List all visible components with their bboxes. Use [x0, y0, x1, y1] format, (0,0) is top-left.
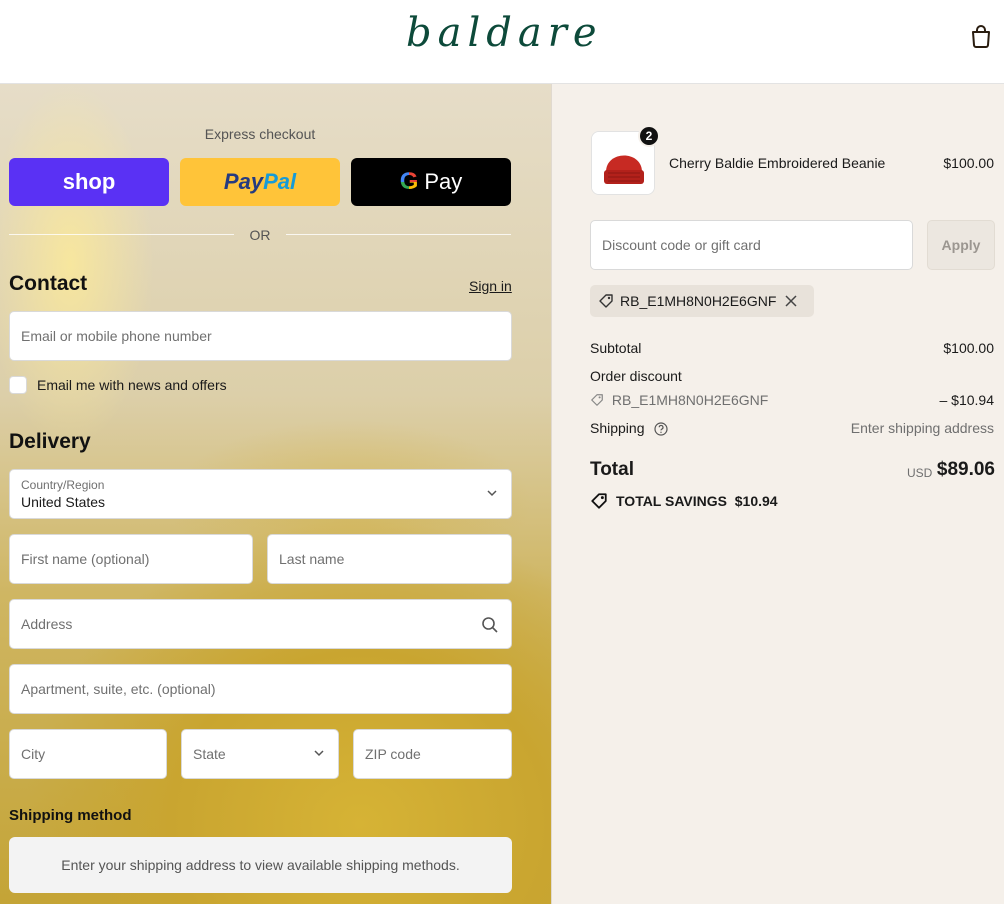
total-label: Total [590, 459, 634, 480]
item-price: $100.00 [943, 155, 994, 171]
subtotal-row: Subtotal $100.00 [590, 340, 994, 356]
google-pay-label: Pay [424, 169, 463, 194]
newsletter-label: Email me with news and offers [37, 377, 227, 393]
newsletter-checkbox[interactable] [9, 376, 27, 394]
shipping-value: Enter shipping address [850, 420, 994, 436]
subtotal-label: Subtotal [590, 340, 642, 356]
total-savings: TOTAL SAVINGS $10.94 [590, 492, 778, 510]
tag-icon [591, 394, 603, 406]
discount-code-row: RB_E1MH8N0H2E6GNF – $10.94 [590, 392, 994, 408]
shipping-method-title: Shipping method [9, 807, 132, 824]
shipping-label: Shipping [590, 420, 645, 436]
subtotal-value: $100.00 [943, 340, 994, 356]
zip-field[interactable]: ZIP code [353, 729, 512, 779]
first-name-field[interactable]: First name (optional) [9, 534, 253, 584]
country-select[interactable]: Country/Region United States [9, 469, 512, 519]
order-discount-label: Order discount [590, 368, 682, 384]
email-field[interactable]: Email or mobile phone number [9, 311, 512, 361]
or-text: OR [249, 227, 271, 243]
help-icon[interactable] [654, 422, 668, 436]
shipping-method-note: Enter your shipping address to view avai… [9, 837, 512, 893]
delivery-title: Delivery [9, 430, 91, 453]
state-placeholder: State [193, 746, 226, 762]
or-divider: OR [9, 226, 511, 244]
total-value: $89.06 [936, 459, 995, 480]
shipping-note-text: Enter your shipping address to view avai… [61, 857, 460, 873]
sign-in-link[interactable]: Sign in [469, 278, 512, 294]
address-field[interactable]: Address [9, 599, 512, 649]
first-name-placeholder: First name (optional) [21, 551, 150, 567]
city-placeholder: City [21, 746, 46, 762]
newsletter-option: Email me with news and offers [9, 376, 227, 394]
state-select[interactable]: State [181, 729, 339, 779]
store-logo[interactable]: baldare [406, 10, 603, 56]
discount-placeholder: Discount code or gift card [602, 237, 761, 253]
google-g-icon: G [399, 168, 419, 195]
apartment-placeholder: Apartment, suite, etc. (optional) [21, 681, 216, 697]
total-currency: USD [907, 466, 933, 480]
contact-title: Contact [9, 272, 88, 295]
savings-tag-icon [591, 493, 607, 509]
last-name-field[interactable]: Last name [267, 534, 512, 584]
country-label: Country/Region [21, 478, 105, 492]
discount-code-text: RB_E1MH8N0H2E6GNF [611, 392, 769, 408]
remove-code-icon[interactable] [784, 294, 798, 308]
header: baldare [0, 0, 1004, 84]
chevron-down-icon [314, 750, 324, 757]
paypal-label-part1: Pay [223, 169, 264, 194]
search-icon [482, 617, 498, 633]
chevron-down-icon [487, 490, 497, 497]
checkout-form: Express checkout shop Pay Pal G Pay OR Co… [0, 84, 551, 904]
shop-pay-label: shop [62, 169, 116, 194]
address-placeholder: Address [21, 616, 73, 632]
express-checkout-title: Express checkout [204, 126, 316, 142]
shipping-row: Shipping Enter shipping address [590, 420, 994, 436]
shop-pay-button[interactable]: shop [9, 158, 169, 206]
order-summary: 2 Cherry Baldie Embroidered Beanie $100.… [551, 84, 1004, 904]
paypal-label-part2: Pal [263, 169, 297, 194]
last-name-placeholder: Last name [279, 551, 345, 567]
shopping-bag-icon[interactable] [970, 24, 992, 48]
paypal-button[interactable]: Pay Pal [180, 158, 340, 206]
savings-label: TOTAL SAVINGS [616, 493, 727, 509]
tag-icon [599, 294, 613, 308]
zip-placeholder: ZIP code [365, 746, 421, 762]
item-name: Cherry Baldie Embroidered Beanie [669, 155, 886, 171]
order-discount-row: Order discount [590, 368, 994, 384]
discount-value: – $10.94 [939, 392, 995, 408]
applied-discount-chip: RB_E1MH8N0H2E6GNF [590, 285, 815, 317]
google-pay-button[interactable]: G Pay [351, 158, 511, 206]
country-value: United States [21, 494, 106, 510]
quantity-badge: 2 [638, 125, 660, 147]
email-placeholder: Email or mobile phone number [21, 328, 212, 344]
city-field[interactable]: City [9, 729, 167, 779]
savings-value: $10.94 [734, 493, 778, 509]
apartment-field[interactable]: Apartment, suite, etc. (optional) [9, 664, 512, 714]
applied-code-text: RB_E1MH8N0H2E6GNF [620, 293, 777, 309]
apply-button[interactable]: Apply [927, 220, 995, 270]
discount-code-field[interactable]: Discount code or gift card [590, 220, 913, 270]
